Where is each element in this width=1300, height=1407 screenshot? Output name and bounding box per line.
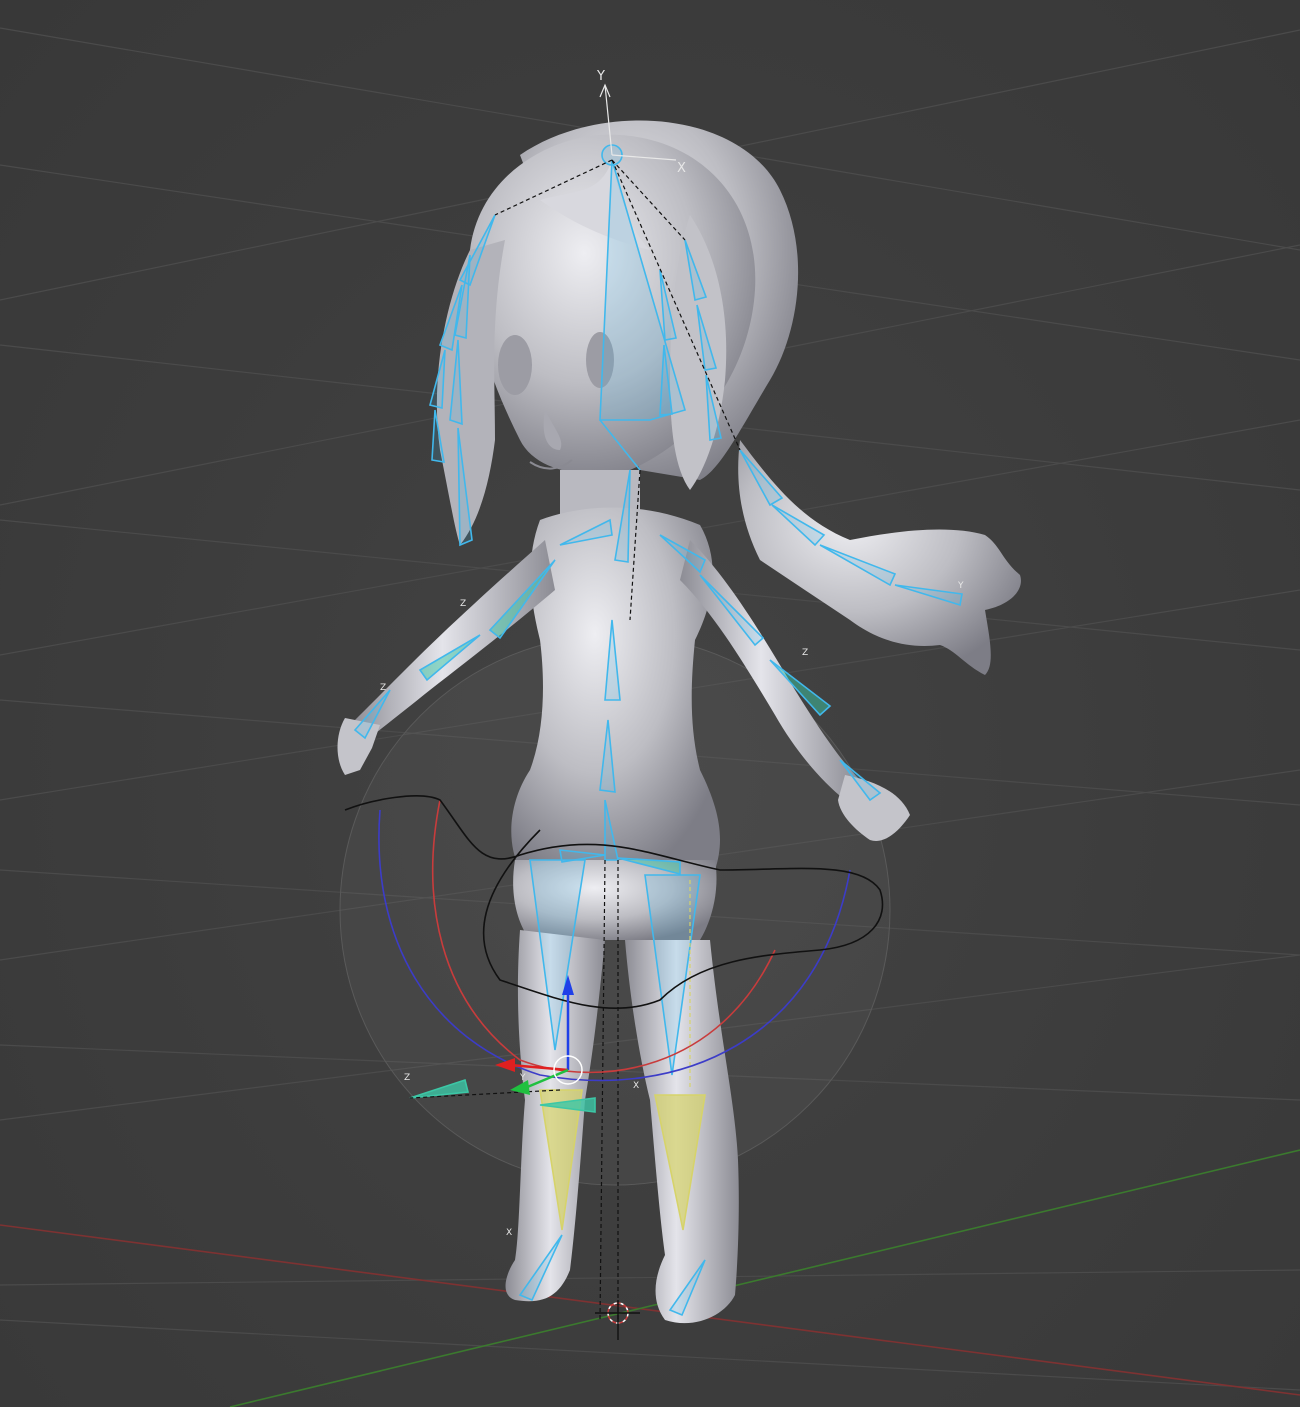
head-axis-x-label: X [677, 161, 686, 176]
bone-axis-x-label-foot: X [506, 1228, 512, 1238]
bone-axis-z-label-forearm: Z [802, 648, 808, 658]
3d-cursor[interactable] [595, 1300, 640, 1340]
bone-axis-y-label-ponytail: Y [957, 581, 964, 591]
3d-viewport[interactable]: Y X Z Z Z Z X Y X Y [0, 0, 1300, 1407]
viewport-canvas[interactable]: Y X Z Z Z Z X Y X Y [0, 0, 1300, 1407]
bone-axis-y-label-knee: Y [519, 1073, 526, 1083]
bone-axis-z-label-ik: Z [404, 1073, 410, 1083]
bone-axis-x-label-thigh: X [633, 1081, 639, 1091]
hair-left [436, 240, 505, 545]
left-eye [498, 335, 532, 395]
head-axis-y-label: Y [596, 69, 605, 84]
hair-bone-left-3[interactable] [429, 349, 446, 410]
y-axis-line [229, 1149, 1300, 1407]
bone-axis-z-label-hand: Z [380, 683, 386, 693]
bone-axis-z-label-arm: Z [460, 599, 466, 609]
ponytail [738, 440, 1021, 675]
x-axis-line [0, 1224, 1300, 1396]
